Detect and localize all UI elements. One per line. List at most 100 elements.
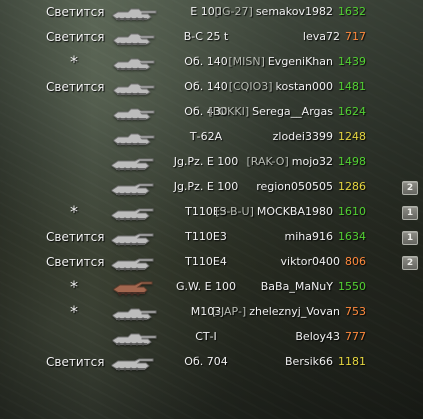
spotted-label: Светится (46, 355, 105, 369)
player-info: [S-B-U] MOCKBA1980 1610 (215, 204, 366, 220)
player-row: Светится В-С 25 t leva72 717 (0, 25, 423, 50)
player-name: semakov1982 (255, 5, 333, 18)
tank-name: T110E3 (185, 230, 227, 243)
player-row: Светится Об. 704 Bersik66 1181 (0, 350, 423, 375)
player-info: region050505 1286 (256, 179, 366, 195)
player-name: mojo32 (291, 155, 333, 168)
player-rating: 717 (345, 30, 366, 43)
tank-name: Jg.Pz. E 100 (173, 155, 239, 168)
player-name: region050505 (256, 180, 333, 193)
player-name: Beloy43 (295, 330, 340, 343)
player-row: Jg.Pz. E 100 region050505 1286 2 (0, 175, 423, 200)
player-name: miha916 (284, 230, 333, 243)
tank-name: Т-62А (189, 130, 223, 143)
spotted-label: Светится (46, 80, 105, 94)
mark-star: * (70, 52, 78, 71)
tank-destroyer-icon (104, 179, 160, 197)
player-rating: 1550 (338, 280, 366, 293)
player-rating: 1181 (338, 355, 366, 368)
mark-star: * (70, 302, 78, 321)
player-rating: 1624 (338, 105, 366, 118)
player-row: Об. 430 [LOKKI] Serega__Argas 1624 (0, 100, 423, 125)
player-name: zlodei3399 (272, 130, 333, 143)
player-info: [CQIO3] kostan000 1481 (229, 79, 366, 95)
player-rating: 1481 (338, 80, 366, 93)
tank-destroyer-icon (104, 204, 160, 222)
squad-badge: 2 (402, 181, 418, 195)
player-row: Светится T110E3 miha916 1634 1 (0, 225, 423, 250)
tank-name: Об. 704 (184, 355, 228, 368)
player-row: Светится E 100 [IG-27] semakov1982 1632 (0, 0, 423, 25)
tank-name: СТ-I (195, 330, 217, 343)
player-row: * Об. 140 [MISN] EvgeniKhan 1439 (0, 50, 423, 75)
tank-name: T110E4 (185, 255, 227, 268)
player-info: Bersik66 1181 (285, 354, 366, 370)
tank-destroyer-icon (104, 154, 160, 172)
clan-tag: [LOKKI] (208, 105, 250, 118)
squad-badge: 2 (402, 256, 418, 270)
clan-tag: [S-B-U] (215, 205, 254, 218)
player-info: leva72 717 (303, 29, 366, 45)
medium-tank-icon (104, 104, 160, 122)
artillery-icon (104, 279, 160, 297)
spotted-label: Светится (46, 255, 105, 269)
spotted-label: Светится (46, 230, 105, 244)
medium-tank-icon (104, 29, 160, 47)
tank-destroyer-icon (104, 354, 160, 372)
clan-tag: [IG-27] (214, 5, 253, 18)
spotted-label: Светится (46, 30, 105, 44)
clan-tag: [-JAP-] (212, 305, 247, 318)
player-name: kostan000 (275, 80, 333, 93)
player-rating: 1634 (338, 230, 366, 243)
player-rating: 1248 (338, 130, 366, 143)
clan-tag: [CQIO3] (228, 80, 273, 93)
player-rating: 753 (345, 305, 366, 318)
player-info: miha916 1634 (285, 229, 366, 245)
player-name: Bersik66 (285, 355, 333, 368)
player-name: leva72 (302, 30, 340, 43)
player-info: BaBa_MaNuY 1550 (261, 279, 366, 295)
player-row: * T110E3 [S-B-U] MOCKBA1980 1610 1 (0, 200, 423, 225)
player-rating: 1439 (338, 55, 366, 68)
mark-star: * (70, 277, 78, 296)
player-row: Т-62А zlodei3399 1248 (0, 125, 423, 150)
tank-name: G.W. E 100 (175, 280, 237, 293)
player-info: zlodei3399 1248 (273, 129, 366, 145)
player-info: viktor0400 806 (281, 254, 367, 270)
squad-badge: 1 (402, 231, 418, 245)
tank-destroyer-icon (104, 254, 160, 272)
player-info: [-JAP-] zheleznyj_Vovan 753 (212, 304, 366, 320)
player-row: Светится T110E4 viktor0400 806 2 (0, 250, 423, 275)
player-row: Светится Об. 140 [CQIO3] kostan000 1481 (0, 75, 423, 100)
team-list: Светится E 100 [IG-27] semakov1982 1632 Свет… (0, 0, 423, 419)
medium-tank-icon (104, 79, 160, 97)
player-info: [LOKKI] Serega__Argas 1624 (209, 104, 367, 120)
player-rating: 1632 (338, 5, 366, 18)
squad-badge: 1 (402, 206, 418, 220)
mark-star: * (70, 202, 78, 221)
player-name: BaBa_MaNuY (260, 280, 333, 293)
medium-tank-icon (104, 129, 160, 147)
player-name: Serega__Argas (252, 105, 333, 118)
player-rating: 806 (345, 255, 366, 268)
player-info: [MISN] EvgeniKhan 1439 (228, 54, 366, 70)
tank-name: Jg.Pz. E 100 (173, 180, 239, 193)
player-row: СТ-I Beloy43 777 (0, 325, 423, 350)
player-row: * M103 [-JAP-] zheleznyj_Vovan 753 (0, 300, 423, 325)
spotted-label: Светится (46, 5, 105, 19)
player-row: * G.W. E 100 BaBa_MaNuY 1550 (0, 275, 423, 300)
player-rating: 777 (345, 330, 366, 343)
player-name: EvgeniKhan (267, 55, 333, 68)
clan-tag: [RAK-O] (246, 155, 289, 168)
tank-name: В-С 25 t (183, 30, 229, 43)
player-info: [IG-27] semakov1982 1632 (215, 4, 367, 20)
player-info: Beloy43 777 (295, 329, 366, 345)
tank-destroyer-icon (104, 229, 160, 247)
clan-tag: [MISN] (228, 55, 265, 68)
heavy-tank-icon (104, 304, 160, 322)
heavy-tank-icon (104, 329, 160, 347)
player-info: [RAK-O] mojo32 1498 (246, 154, 366, 170)
player-rating: 1610 (338, 205, 366, 218)
player-name: MOCKBA1980 (256, 205, 333, 218)
player-name: viktor0400 (280, 255, 341, 268)
